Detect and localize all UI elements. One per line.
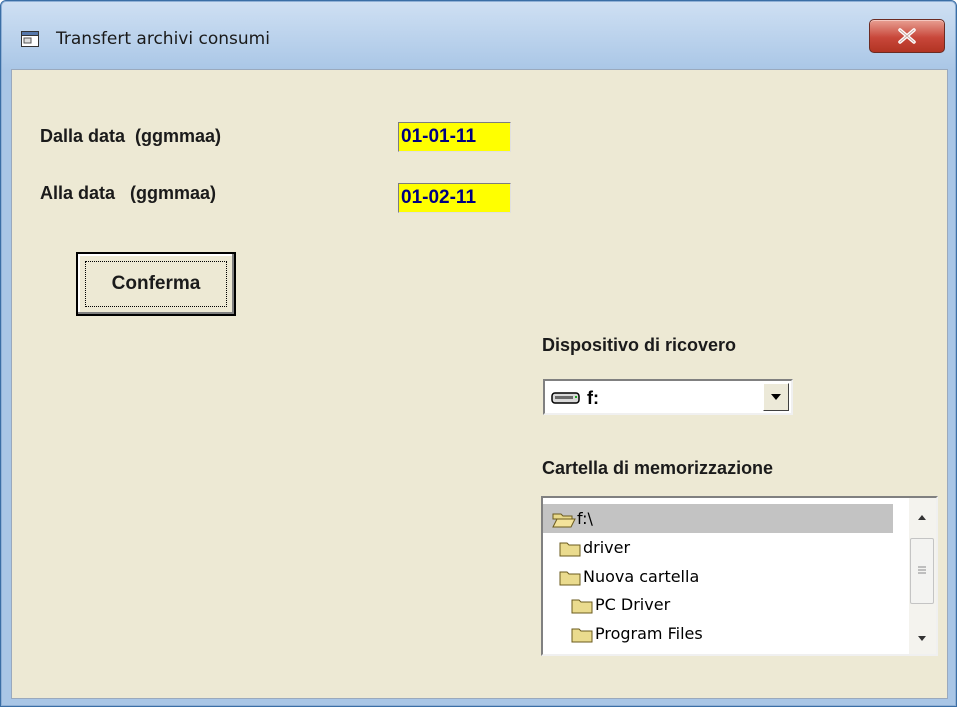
- to-date-input[interactable]: 01-02-11: [398, 183, 511, 213]
- dialog-window: Transfert archivi consumi Dalla data (gg…: [0, 0, 957, 707]
- dialog-client-area: Dalla data (ggmmaa) 01-01-11 Alla data (…: [11, 69, 948, 699]
- folder-listbox[interactable]: f:\ driver Nuova cartella PC Driver Prog…: [541, 496, 938, 656]
- close-button[interactable]: [869, 19, 945, 53]
- folder-item-label: Program Files: [595, 624, 703, 643]
- folder-item-label: f:\: [577, 509, 593, 528]
- folder-icon: [571, 624, 593, 653]
- chevron-down-icon: [771, 394, 781, 400]
- close-icon: [898, 28, 916, 44]
- chevron-up-icon: [918, 515, 926, 520]
- folder-item-label: driver: [583, 538, 631, 557]
- scroll-thumb[interactable]: [910, 538, 934, 604]
- open-folder-icon: [552, 509, 576, 538]
- folder-icon: [571, 595, 593, 624]
- folder-item-root[interactable]: f:\: [543, 504, 893, 533]
- drive-select-value: f:: [587, 388, 599, 408]
- grip-icon: [918, 566, 926, 574]
- title-bar[interactable]: Transfert archivi consumi: [1, 1, 956, 69]
- window-title: Transfert archivi consumi: [56, 29, 270, 49]
- folder-item-label: Nuova cartella: [583, 567, 700, 586]
- folder-label: Cartella di memorizzazione: [542, 458, 774, 478]
- to-date-label: Alla data (ggmmaa): [40, 183, 217, 203]
- folder-list-scrollbar[interactable]: [909, 498, 936, 654]
- confirm-button[interactable]: Conferma: [76, 252, 236, 316]
- folder-icon: [559, 567, 581, 596]
- drive-label: Dispositivo di ricovero: [542, 335, 737, 355]
- folder-icon: [559, 538, 581, 567]
- confirm-button-label: Conferma: [111, 273, 201, 294]
- folder-item-label: PC Driver: [595, 595, 671, 614]
- drive-select[interactable]: f:: [543, 379, 793, 415]
- drive-dropdown-button[interactable]: [763, 383, 789, 411]
- scroll-down-button[interactable]: [910, 626, 934, 650]
- chevron-down-icon: [918, 636, 926, 641]
- from-date-label: Dalla data (ggmmaa): [40, 126, 222, 146]
- scroll-up-button[interactable]: [910, 506, 934, 530]
- drive-icon: [551, 390, 583, 411]
- from-date-input[interactable]: 01-01-11: [398, 122, 511, 152]
- window-app-icon: [21, 31, 39, 47]
